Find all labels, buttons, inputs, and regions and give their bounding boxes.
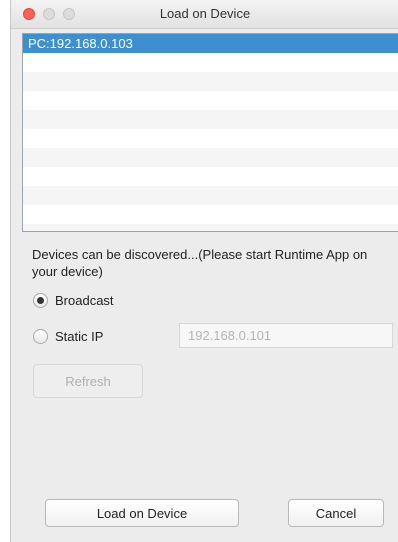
static-ip-option[interactable]: Static IP — [33, 328, 173, 348]
device-list-empty-row — [23, 167, 398, 186]
broadcast-label: Broadcast — [55, 293, 114, 308]
refresh-button[interactable]: Refresh — [33, 364, 143, 398]
device-list-empty-row — [23, 91, 398, 110]
device-list-empty-row — [23, 110, 398, 129]
cancel-button[interactable]: Cancel — [288, 499, 384, 527]
device-list-empty-row — [23, 129, 398, 148]
title-bar: Load on Device — [11, 0, 398, 29]
device-list[interactable]: PC:192.168.0.103 — [22, 33, 398, 232]
discovery-message: Devices can be discovered...(Please star… — [32, 247, 368, 279]
static-ip-label: Static IP — [55, 329, 104, 344]
device-list-empty-row — [23, 72, 398, 91]
device-list-item[interactable]: PC:192.168.0.103 — [23, 34, 398, 53]
device-list-empty-row — [23, 53, 398, 72]
device-list-empty-row — [23, 186, 398, 205]
device-list-empty-row — [23, 224, 398, 231]
broadcast-option[interactable]: Broadcast — [33, 292, 173, 312]
static-ip-input[interactable] — [179, 323, 393, 348]
device-list-empty-row — [23, 148, 398, 167]
window-title: Load on Device — [159, 6, 251, 21]
device-list-empty-row — [23, 205, 398, 224]
static-ip-radio[interactable] — [33, 329, 48, 344]
load-on-device-button[interactable]: Load on Device — [45, 499, 239, 527]
load-on-device-window: Load on Device PC:192.168.0.103 Devices … — [10, 0, 398, 542]
radio-selected-dot — [37, 297, 44, 304]
broadcast-radio[interactable] — [33, 293, 48, 308]
